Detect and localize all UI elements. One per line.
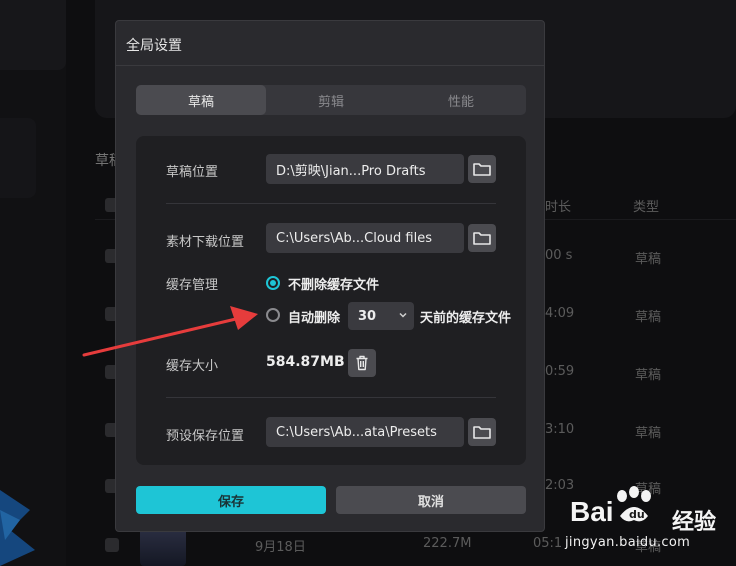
watermark-url: jingyan.baidu.com — [565, 535, 691, 550]
divider — [166, 203, 496, 204]
auto-delete-days-select[interactable]: 30 — [348, 302, 414, 330]
folder-icon — [473, 232, 491, 245]
preset-location-browse-button[interactable] — [468, 418, 496, 446]
draft-location-field[interactable]: D:\剪映\Jian...Pro Drafts — [266, 154, 464, 184]
dialog-title: 全局设置 — [126, 38, 182, 54]
global-settings-dialog: 全局设置 草稿 剪辑 性能 草稿位置 D:\剪映\Jian...Pro Draf… — [115, 20, 545, 532]
clear-cache-button[interactable] — [348, 349, 376, 377]
preset-location-field[interactable]: C:\Users\Ab...ata\Presets — [266, 417, 464, 447]
chevron-down-icon — [399, 312, 407, 318]
download-location-browse-button[interactable] — [468, 224, 496, 252]
divider — [166, 397, 496, 398]
download-location-label: 素材下载位置 — [166, 235, 245, 250]
tab-edit[interactable]: 剪辑 — [266, 85, 396, 115]
divider — [116, 65, 544, 66]
watermark-jingyan: 经验 — [672, 510, 717, 535]
draft-location-label: 草稿位置 — [166, 165, 219, 180]
days-suffix-label: 天前的缓存文件 — [420, 311, 512, 326]
settings-tabs: 草稿 剪辑 性能 — [136, 85, 526, 115]
radio-keep-cache-label: 不删除缓存文件 — [288, 278, 380, 293]
cancel-button[interactable]: 取消 — [336, 486, 526, 514]
trash-icon — [356, 355, 368, 371]
radio-keep-cache[interactable] — [266, 276, 280, 290]
baidu-logo: Bai — [570, 496, 614, 527]
save-button[interactable]: 保存 — [136, 486, 326, 514]
radio-auto-delete-label: 自动删除 — [288, 311, 341, 326]
radio-auto-delete[interactable] — [266, 308, 280, 322]
cache-management-label: 缓存管理 — [166, 278, 219, 293]
preset-location-label: 预设保存位置 — [166, 429, 245, 444]
folder-icon — [473, 163, 491, 176]
tab-draft[interactable]: 草稿 — [136, 85, 266, 115]
svg-text:du: du — [629, 508, 645, 521]
draft-location-browse-button[interactable] — [468, 155, 496, 183]
annotation-arrow-icon — [82, 306, 258, 357]
days-value: 30 — [358, 308, 377, 324]
folder-icon — [473, 426, 491, 439]
cache-size-value: 584.87MB — [266, 354, 345, 370]
download-location-field[interactable]: C:\Users\Ab...Cloud files — [266, 223, 464, 253]
paw-icon: du — [617, 486, 651, 522]
tab-performance[interactable]: 性能 — [396, 85, 526, 115]
